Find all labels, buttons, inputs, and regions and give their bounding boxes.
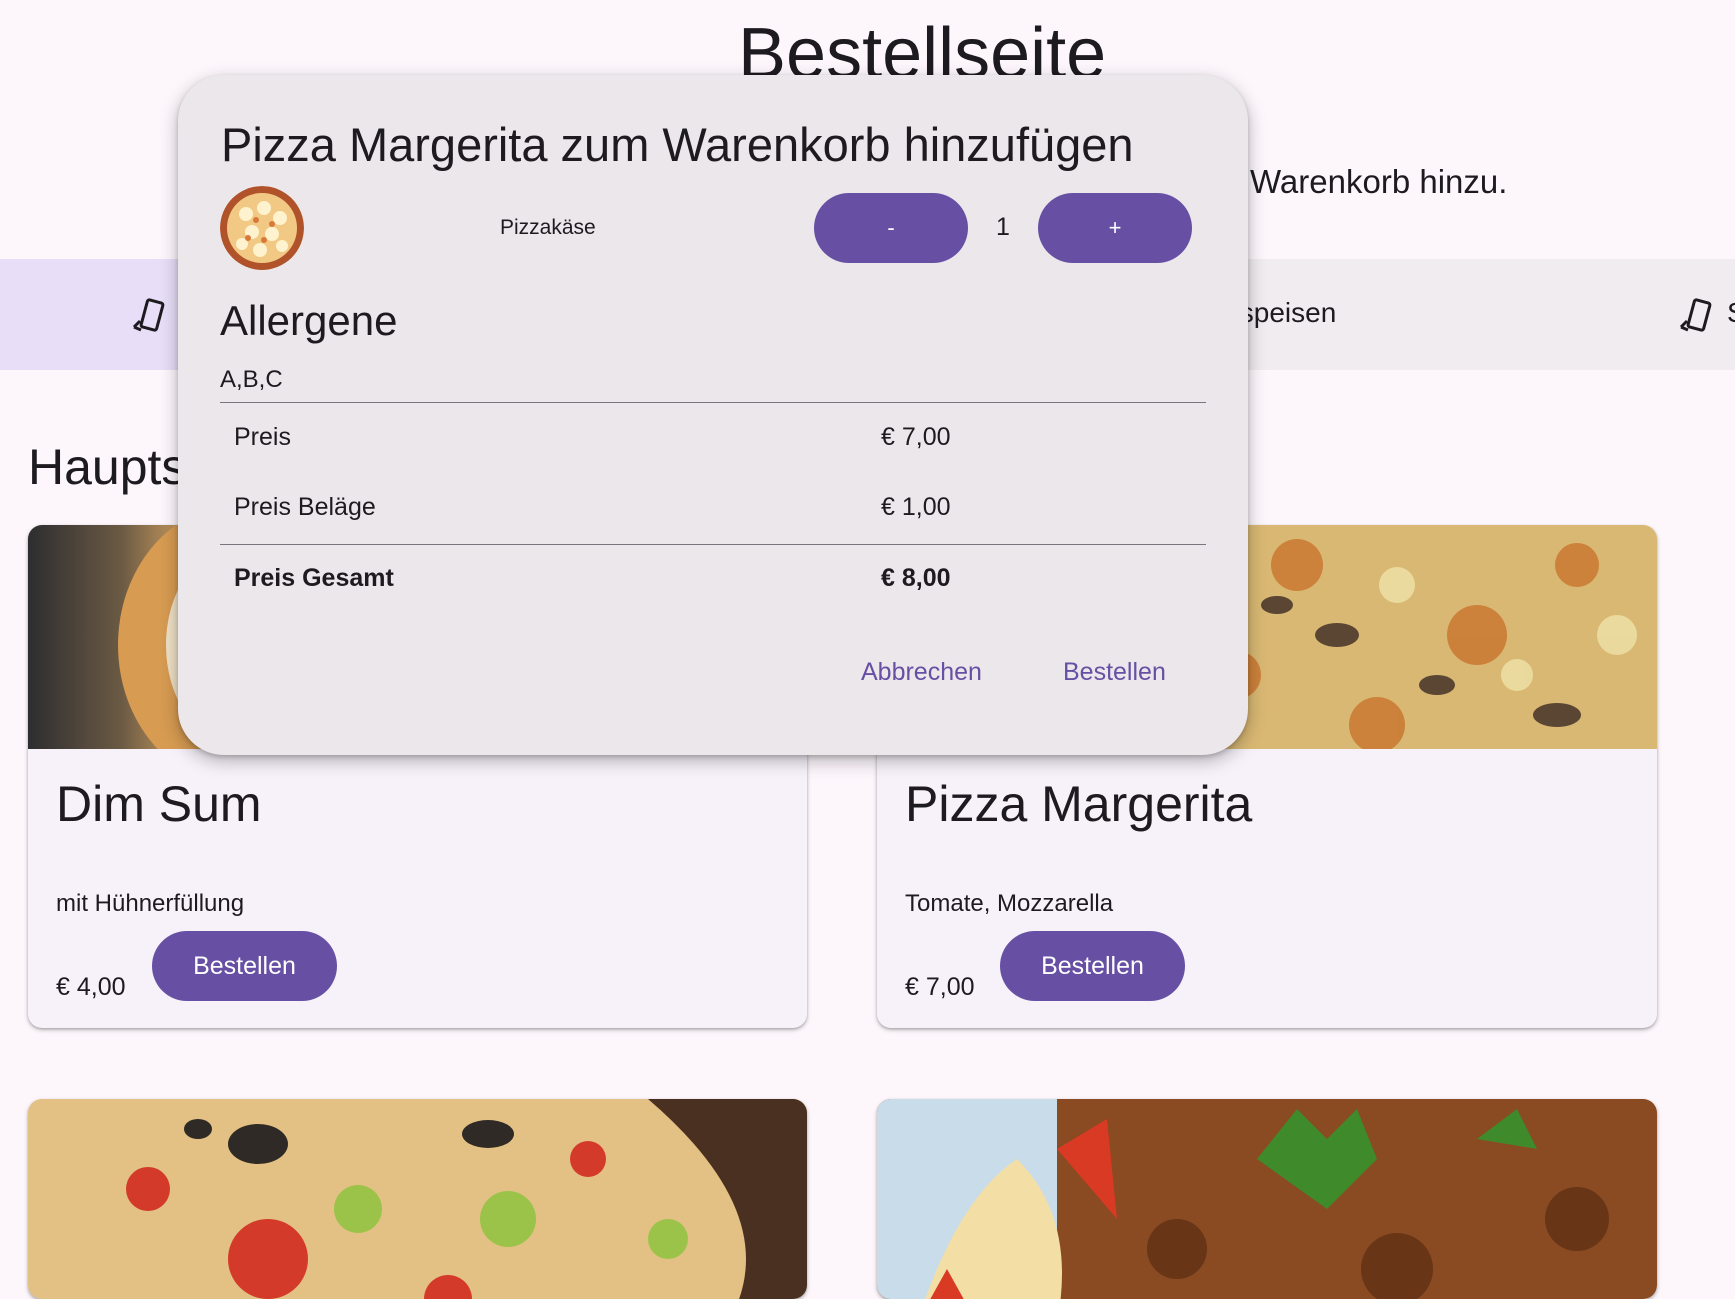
category-tab-label[interactable]: S [1727,297,1735,329]
card-price: € 7,00 [905,973,975,1001]
divider [220,402,1206,403]
toppings-price-label: Preis Beläge [234,493,376,521]
menu-card [28,1099,807,1299]
topping-image [220,186,304,270]
divider [220,544,1206,545]
dish-image [877,1099,1657,1299]
card-title: Dim Sum [56,776,262,832]
increment-button[interactable]: + [1038,193,1192,263]
total-label: Preis Gesamt [234,564,394,592]
card-title: Pizza Margerita [905,776,1253,832]
cancel-button[interactable]: Abbrechen [861,658,982,687]
phone-rotate-icon [1679,298,1712,332]
quantity-value: 1 [996,213,1010,241]
card-description: mit Hühnerfüllung [56,890,245,917]
order-button[interactable]: Bestellen [1000,931,1185,1001]
topping-name: Pizzakäse [500,216,596,239]
confirm-order-button[interactable]: Bestellen [1063,658,1166,687]
allergens-value: A,B,C [220,366,283,393]
price-value: € 7,00 [881,423,951,451]
toppings-price-value: € 1,00 [881,493,951,521]
add-to-cart-dialog: Pizza Margerita zum Warenkorb hinzufügen… [178,75,1248,755]
menu-card [877,1099,1657,1299]
total-value: € 8,00 [881,564,951,592]
phone-rotate-icon [132,298,165,332]
decrement-button[interactable]: - [814,193,968,263]
allergens-title: Allergene [220,297,398,344]
price-label: Preis [234,423,291,451]
card-description: Tomate, Mozzarella [905,890,1114,917]
dialog-title: Pizza Margerita zum Warenkorb hinzufügen [221,118,1134,171]
order-button[interactable]: Bestellen [152,931,337,1001]
intro-text: Warenkorb hinzu. [1250,163,1508,200]
dish-image [28,1099,807,1299]
section-title: Haupts [28,439,187,495]
card-price: € 4,00 [56,973,126,1001]
